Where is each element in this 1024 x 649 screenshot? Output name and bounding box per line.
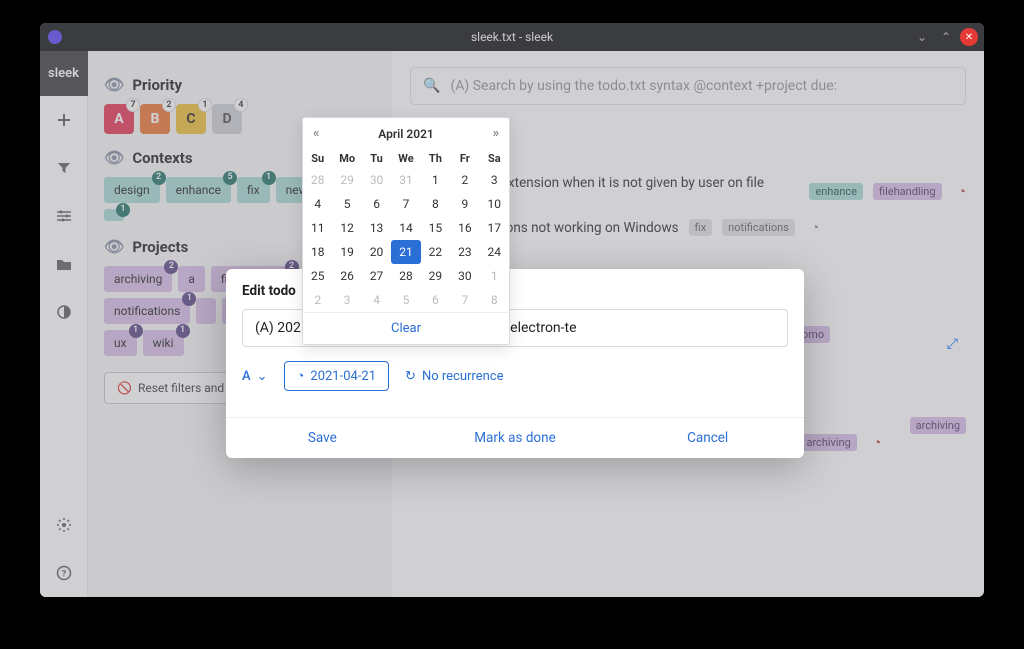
minimize-icon[interactable]: ⌄ <box>912 27 932 47</box>
save-button[interactable]: Save <box>226 418 419 458</box>
cal-day[interactable]: 2 <box>303 288 332 312</box>
expand-icon[interactable]: ⤢ <box>947 336 958 352</box>
cal-day[interactable]: 4 <box>362 288 391 312</box>
cal-day[interactable]: 2 <box>450 168 479 192</box>
cal-dow: Tu <box>362 149 391 168</box>
cal-day[interactable]: 3 <box>332 288 361 312</box>
cal-day[interactable]: 16 <box>450 216 479 240</box>
cal-day[interactable]: 23 <box>450 240 479 264</box>
cal-day[interactable]: 8 <box>421 192 450 216</box>
cal-day[interactable]: 6 <box>421 288 450 312</box>
calendar-grid: SuMoTuWeThFrSa28293031123456789101112131… <box>303 149 509 312</box>
cal-day[interactable]: 29 <box>421 264 450 288</box>
recurrence-value: No recurrence <box>422 369 504 384</box>
cal-day[interactable]: 29 <box>332 168 361 192</box>
cal-day[interactable]: 30 <box>450 264 479 288</box>
cal-day[interactable]: 28 <box>391 264 420 288</box>
priority-select[interactable]: A ⌄ <box>242 369 268 384</box>
cal-day[interactable]: 4 <box>303 192 332 216</box>
cal-dow: Fr <box>450 149 479 168</box>
maximize-icon[interactable]: ⌃ <box>936 27 956 47</box>
cal-prev-button[interactable]: « <box>313 126 319 141</box>
clock-icon: ◔ <box>297 368 305 384</box>
cal-day[interactable]: 13 <box>362 216 391 240</box>
recurrence-button[interactable]: ↻ No recurrence <box>405 369 503 384</box>
app-window: sleek.txt - sleek ⌄ ⌃ ✕ sleek ? 👁 Priori… <box>40 23 984 597</box>
cal-next-button[interactable]: » <box>493 126 499 141</box>
cal-day[interactable]: 25 <box>303 264 332 288</box>
cal-day[interactable]: 22 <box>421 240 450 264</box>
cal-dow: Sa <box>480 149 509 168</box>
cal-day[interactable]: 8 <box>480 288 509 312</box>
cal-dow: Su <box>303 149 332 168</box>
cal-day[interactable]: 18 <box>303 240 332 264</box>
cal-day[interactable]: 11 <box>303 216 332 240</box>
cal-day[interactable]: 28 <box>303 168 332 192</box>
cal-day[interactable]: 7 <box>391 192 420 216</box>
window-title: sleek.txt - sleek <box>471 30 553 44</box>
cal-dow: Th <box>421 149 450 168</box>
cal-day[interactable]: 3 <box>480 168 509 192</box>
cal-day[interactable]: 31 <box>391 168 420 192</box>
cal-day[interactable]: 7 <box>450 288 479 312</box>
titlebar: sleek.txt - sleek ⌄ ⌃ ✕ <box>40 23 984 51</box>
cal-day[interactable]: 19 <box>332 240 361 264</box>
cal-day[interactable]: 9 <box>450 192 479 216</box>
cal-day[interactable]: 24 <box>480 240 509 264</box>
cal-day[interactable]: 14 <box>391 216 420 240</box>
cal-day[interactable]: 26 <box>332 264 361 288</box>
cal-clear-button[interactable]: Clear <box>303 312 509 344</box>
cal-day[interactable]: 12 <box>332 216 361 240</box>
modal-footer: Save Mark as done Cancel <box>226 417 804 458</box>
cal-day[interactable]: 30 <box>362 168 391 192</box>
due-date-button[interactable]: ◔ 2021-04-21 <box>284 361 390 391</box>
app-logo-icon <box>48 30 62 44</box>
cancel-button[interactable]: Cancel <box>611 418 804 458</box>
cal-day[interactable]: 27 <box>362 264 391 288</box>
cal-day[interactable]: 5 <box>332 192 361 216</box>
app-body: sleek ? 👁 Priority A7B2C1D4 👁 Contexts d… <box>40 51 984 597</box>
cal-day[interactable]: 15 <box>421 216 450 240</box>
cal-day[interactable]: 21 <box>391 240 420 264</box>
chevron-down-icon: ⌄ <box>257 369 268 384</box>
cal-day[interactable]: 6 <box>362 192 391 216</box>
close-icon[interactable]: ✕ <box>960 28 978 46</box>
cal-day[interactable]: 1 <box>421 168 450 192</box>
cal-day[interactable]: 17 <box>480 216 509 240</box>
due-date-value: 2021-04-21 <box>310 369 376 384</box>
cal-dow: Mo <box>332 149 361 168</box>
repeat-icon: ↻ <box>405 369 416 384</box>
date-picker: « April 2021 » SuMoTuWeThFrSa28293031123… <box>302 117 510 345</box>
cal-day[interactable]: 1 <box>480 264 509 288</box>
cal-day[interactable]: 10 <box>480 192 509 216</box>
priority-value: A <box>242 369 251 384</box>
cal-day[interactable]: 5 <box>391 288 420 312</box>
window-controls: ⌄ ⌃ ✕ <box>912 27 978 47</box>
cal-dow: We <box>391 149 420 168</box>
cal-day[interactable]: 20 <box>362 240 391 264</box>
cal-month-label: April 2021 <box>378 127 434 141</box>
mark-done-button[interactable]: Mark as done <box>419 418 612 458</box>
